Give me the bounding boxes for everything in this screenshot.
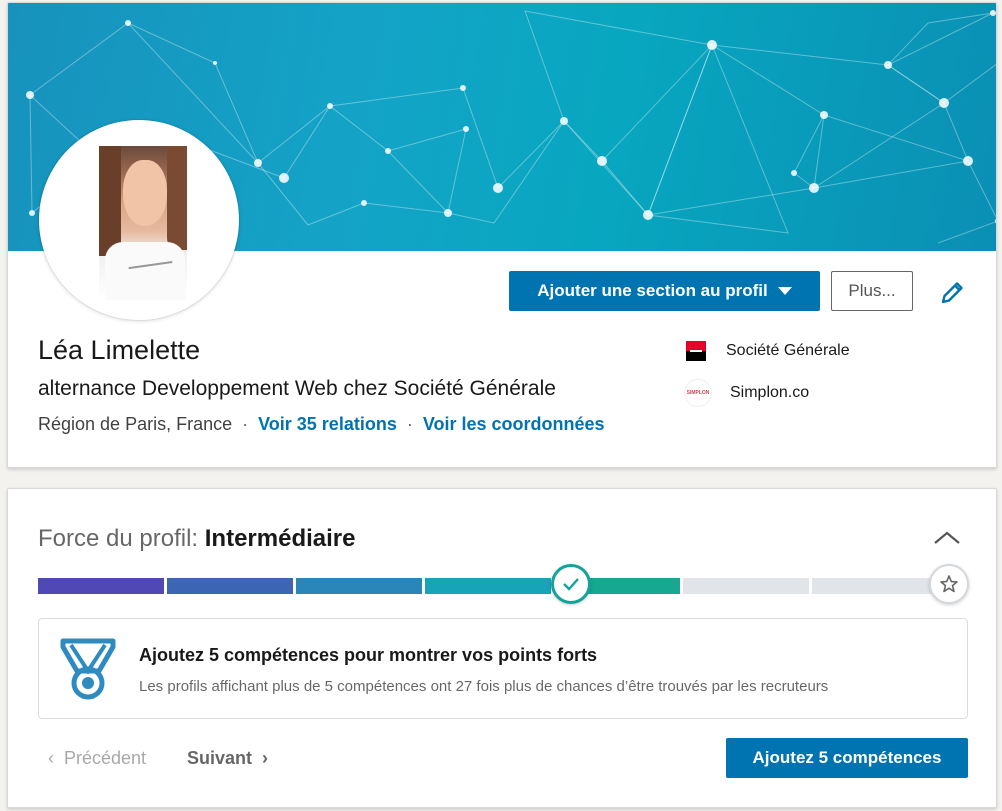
all-star-star-icon [929, 564, 969, 604]
add-section-label: Ajouter une section au profil [537, 281, 768, 300]
separator-dot: · [242, 414, 249, 434]
next-button[interactable]: Suivant › [187, 748, 268, 769]
tip-description: Les profils affichant plus de 5 compéten… [139, 678, 829, 695]
profile-strength-heading: Force du profil: Intermédiaire [38, 525, 355, 553]
pencil-edit-icon[interactable] [938, 279, 966, 307]
tip-title: Ajoutez 5 compétences pour montrer vos p… [139, 645, 598, 665]
profile-top-card: Ajouter une section au profil Plus... Lé… [7, 2, 997, 468]
connections-link[interactable]: Voir 35 relations [258, 414, 397, 435]
profile-strength-label: Force du profil: [38, 525, 199, 552]
profile-headline: alternance Developpement Web chez Sociét… [38, 377, 556, 400]
societe-generale-logo [684, 339, 708, 363]
chevron-up-icon[interactable] [933, 529, 961, 547]
add-profile-section-button[interactable]: Ajouter une section au profil [509, 271, 820, 311]
company-name: Société Générale [726, 342, 850, 359]
profile-strength-level: Intermédiaire [204, 525, 356, 552]
strength-meter-segment [167, 578, 293, 594]
strength-meter-segment [812, 578, 938, 594]
contact-info-link[interactable]: Voir les coordonnées [423, 414, 605, 435]
next-label: Suivant [187, 748, 253, 768]
simplon-logo: SIMPLON [684, 379, 712, 407]
company-simplon[interactable]: SIMPLON Simplon.co [684, 379, 809, 407]
chevron-left-icon: ‹ [48, 748, 54, 768]
company-name: Simplon.co [730, 384, 810, 401]
caret-down-icon [777, 287, 792, 295]
company-societe-generale[interactable]: Société Générale [684, 339, 850, 363]
profile-name: Léa Limelette [38, 335, 201, 365]
profile-location-row: Région de Paris, France · Voir 35 relati… [38, 414, 605, 435]
strength-meter-segment [296, 578, 422, 594]
profile-strength-card: Force du profil: Intermédiaire Ajoutez 5… [7, 488, 997, 808]
profile-location: Région de Paris, France [38, 414, 233, 434]
current-level-check-icon [551, 564, 591, 604]
more-button[interactable]: Plus... [831, 271, 913, 311]
previous-label: Précédent [64, 748, 147, 768]
separator-dot: · [406, 414, 413, 434]
profile-strength-meter [38, 578, 938, 594]
strength-meter-segment [38, 578, 164, 594]
add-skills-button[interactable]: Ajoutez 5 compétences [726, 738, 968, 778]
chevron-right-icon: › [262, 748, 269, 768]
previous-button[interactable]: ‹ Précédent [48, 748, 146, 769]
strength-tip-box: Ajoutez 5 compétences pour montrer vos p… [38, 618, 968, 719]
profile-photo[interactable] [39, 120, 239, 320]
medal-icon [60, 638, 116, 700]
strength-meter-segment [425, 578, 551, 594]
profile-photo-image [99, 146, 187, 300]
strength-meter-segment [683, 578, 809, 594]
